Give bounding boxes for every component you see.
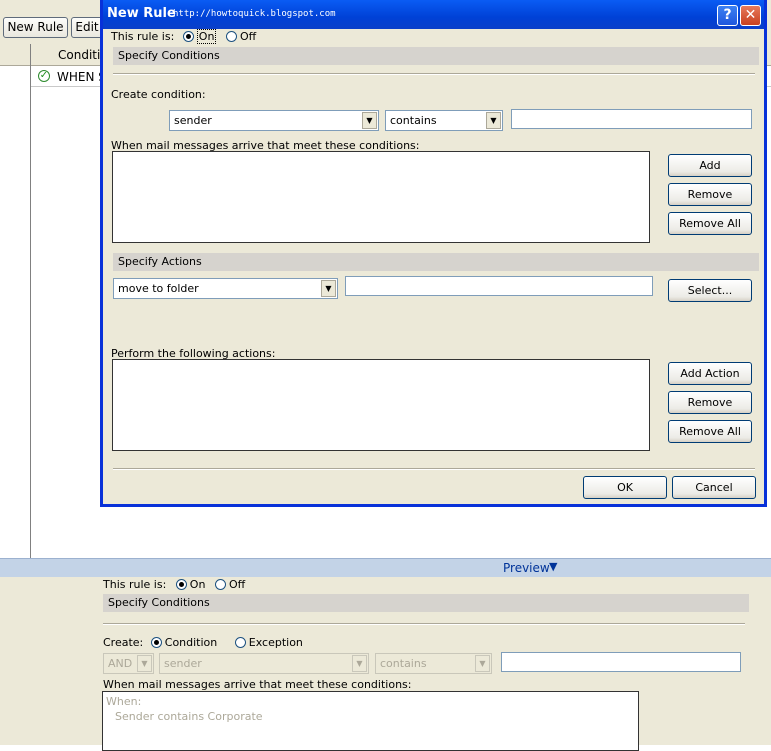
action-select[interactable]: move to folder ▼ <box>113 278 338 299</box>
preview-and-value: AND <box>108 657 133 670</box>
chevron-down-icon[interactable]: ▼ <box>549 560 557 573</box>
preview-pane: This rule is: On Off Specify Conditions … <box>0 577 771 751</box>
chevron-down-icon[interactable]: ▼ <box>362 112 377 129</box>
help-icon[interactable]: ? <box>717 5 738 26</box>
preview-when-label: When mail messages arrive that meet thes… <box>103 678 412 691</box>
rule-row-text: WHEN S <box>57 70 106 84</box>
create-condition-label: Create condition: <box>111 88 206 101</box>
preview-label[interactable]: Preview <box>503 561 550 575</box>
preview-on-radio[interactable] <box>175 579 187 590</box>
condition-field-value: sender <box>174 114 212 127</box>
remove-all-actions-button[interactable]: Remove All <box>668 420 752 443</box>
chevron-down-icon[interactable]: ▼ <box>137 655 152 672</box>
preview-rule-is-label: This rule is: On Off <box>103 578 245 591</box>
preview-on-label: On <box>189 578 206 591</box>
specify-conditions-bar: Specify Conditions <box>113 47 759 65</box>
action-target-input[interactable] <box>345 276 653 296</box>
chevron-down-icon[interactable]: ▼ <box>475 655 490 672</box>
footer-divider <box>113 468 755 470</box>
preview-exception-radio[interactable] <box>234 637 246 648</box>
preview-exception-label: Exception <box>248 636 303 649</box>
preview-toggle-bar[interactable]: Preview ▼ <box>0 558 771 577</box>
dialog-title: New Rule <box>107 6 176 21</box>
condition-operator-select[interactable]: contains ▼ <box>385 110 503 131</box>
preview-off-radio[interactable] <box>214 579 226 590</box>
condition-value-input[interactable] <box>511 109 752 129</box>
add-condition-button[interactable]: Add <box>668 154 752 177</box>
add-action-button[interactable]: Add Action <box>668 362 752 385</box>
preview-condition-radio[interactable] <box>150 637 162 648</box>
conditions-divider <box>113 73 755 75</box>
remove-condition-button[interactable]: Remove <box>668 183 752 206</box>
remove-action-button[interactable]: Remove <box>668 391 752 414</box>
action-value: move to folder <box>118 282 199 295</box>
condition-operator-value: contains <box>390 114 437 127</box>
preview-specify-conditions-bar: Specify Conditions <box>103 594 749 612</box>
preview-and-select[interactable]: AND ▼ <box>103 653 154 674</box>
chevron-down-icon[interactable]: ▼ <box>486 112 501 129</box>
chevron-down-icon[interactable]: ▼ <box>321 280 336 297</box>
preview-operator-value: contains <box>380 657 427 670</box>
rule-on-radio[interactable] <box>182 31 194 42</box>
preview-field-value: sender <box>164 657 202 670</box>
actions-list[interactable] <box>112 359 650 451</box>
select-folder-button[interactable]: Select... <box>668 279 752 302</box>
rule-state-row: This rule is: On Off <box>111 29 256 44</box>
specify-actions-bar: Specify Actions <box>113 253 759 271</box>
condition-field-select[interactable]: sender ▼ <box>169 110 379 131</box>
rule-off-radio[interactable] <box>225 31 237 42</box>
ok-button[interactable]: OK <box>583 476 667 499</box>
preview-operator-select[interactable]: contains ▼ <box>375 653 492 674</box>
preview-list-item[interactable]: Sender contains Corporate <box>115 710 263 723</box>
chevron-down-icon[interactable]: ▼ <box>352 655 367 672</box>
preview-list-header: When: <box>106 695 142 708</box>
preview-create-row: Create: Condition Exception <box>103 636 303 649</box>
edit-button[interactable]: Edit <box>71 17 103 38</box>
column-separator <box>30 44 31 558</box>
new-rule-button[interactable]: New Rule <box>3 17 68 38</box>
conditions-list[interactable] <box>112 151 650 243</box>
dialog-titlebar[interactable]: New Rule http://howtoquick.blogspot.com … <box>103 0 764 29</box>
rule-is-label: This rule is: <box>111 30 175 43</box>
close-icon[interactable]: ✕ <box>740 5 761 26</box>
enabled-check-icon[interactable]: ✓ <box>38 70 50 82</box>
preview-conditions-list[interactable]: When: Sender contains Corporate <box>102 691 639 751</box>
preview-create-label: Create: <box>103 636 144 649</box>
preview-condition-label: Condition <box>164 636 218 649</box>
rule-off-label[interactable]: Off <box>240 30 256 43</box>
watermark-url: http://howtoquick.blogspot.com <box>173 9 336 19</box>
preview-field-select[interactable]: sender ▼ <box>159 653 369 674</box>
preview-divider <box>103 623 745 625</box>
preview-off-label: Off <box>228 578 246 591</box>
rule-on-label[interactable]: On <box>196 29 217 44</box>
cancel-button[interactable]: Cancel <box>672 476 756 499</box>
preview-condition-value-input[interactable] <box>501 652 741 672</box>
remove-all-conditions-button[interactable]: Remove All <box>668 212 752 235</box>
new-rule-dialog: New Rule http://howtoquick.blogspot.com … <box>100 0 767 507</box>
preview-rule-is-text: This rule is: <box>103 578 167 591</box>
